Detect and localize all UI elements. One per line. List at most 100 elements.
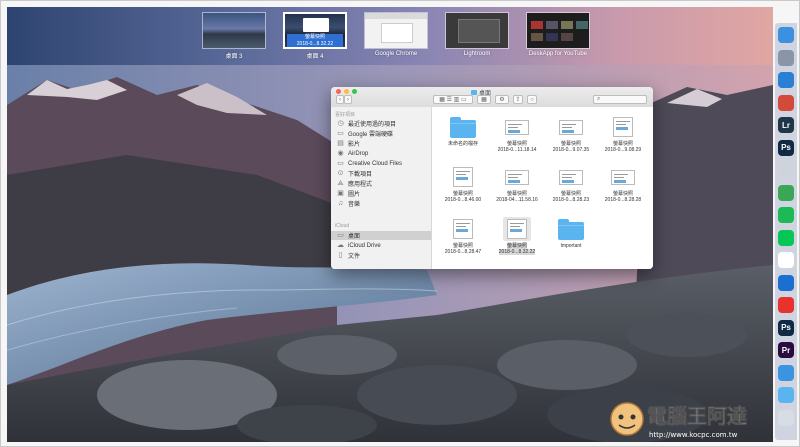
chevron-left-icon: ‹ bbox=[339, 96, 341, 103]
file-item-selected[interactable]: 螢幕快照 2018-0...8.32.22 bbox=[492, 217, 542, 255]
finder-window[interactable]: 桌面 ‹ › ▦ ☰ ▥ ▭ ▦ ⚙ ⇪ ○ ⌕ 喜好項目 ◷ 最近使用過的項目 … bbox=[331, 87, 653, 269]
sidebar-item-label: 文件 bbox=[348, 254, 361, 260]
minimize-button[interactable] bbox=[344, 89, 349, 94]
spotify-icon[interactable] bbox=[778, 207, 794, 223]
search-input[interactable]: ⌕ bbox=[593, 95, 647, 104]
sidebar-item-pictures[interactable]: ▣ 圖片 bbox=[331, 189, 431, 198]
close-button[interactable] bbox=[336, 89, 341, 94]
chrome-2-icon[interactable] bbox=[778, 184, 794, 201]
mission-control-bar: 桌面 3 螢幕快照 2018-0...8.32.22 桌面 4 Google C… bbox=[7, 7, 773, 65]
screenshot-thumbnail-icon bbox=[609, 165, 637, 189]
file-item[interactable]: 螢幕快照 2018-0...8.28.47 bbox=[438, 217, 488, 255]
share-icon: ⇪ bbox=[515, 97, 521, 103]
screenshot-thumbnail-icon bbox=[503, 115, 531, 139]
sidebar-item-google-drive[interactable]: ▭ Google 雲端硬碟 bbox=[331, 129, 431, 138]
trash-icon[interactable] bbox=[778, 409, 794, 426]
safari-icon[interactable] bbox=[778, 72, 794, 88]
file-date: 2018-0...9.07.35 bbox=[552, 147, 590, 153]
grid-icon: ▦ bbox=[481, 97, 487, 103]
sidebar-item-downloads[interactable]: ⊙ 下載項目 bbox=[331, 169, 431, 178]
forward-button[interactable]: › bbox=[344, 95, 352, 104]
screenshot-thumbnail-icon bbox=[609, 115, 637, 139]
sidebar-item-label: 桌面 bbox=[348, 234, 361, 240]
space-thumbnail bbox=[445, 12, 509, 49]
file-item[interactable]: 螢幕快照 2018-0...8.28.23 bbox=[546, 165, 596, 203]
space-desktop-4[interactable]: 螢幕快照 2018-0...8.32.22 桌面 4 bbox=[283, 12, 347, 60]
view-mode-control[interactable]: ▦ ☰ ▥ ▭ bbox=[433, 95, 473, 104]
zoom-button[interactable] bbox=[352, 89, 357, 94]
screenshot-thumbnail-icon bbox=[557, 165, 585, 189]
applications-icon: ⟁ bbox=[337, 180, 344, 187]
file-date: 2018-0...8.28.47 bbox=[444, 249, 482, 255]
network-icon[interactable] bbox=[778, 364, 794, 381]
premiere-icon[interactable]: Pr bbox=[778, 342, 794, 358]
file-item[interactable]: 螢幕快照 2018-0...9.08.29 bbox=[598, 115, 648, 153]
desktop: 桌面 3 螢幕快照 2018-0...8.32.22 桌面 4 Google C… bbox=[7, 7, 773, 442]
file-name: Important bbox=[560, 243, 582, 249]
sidebar-item-music[interactable]: ♫ 音樂 bbox=[331, 199, 431, 208]
photoshop-icon[interactable]: Ps bbox=[778, 139, 794, 156]
file-item[interactable]: 螢幕快照 2018-0...8.28.28 bbox=[598, 165, 648, 203]
watermark-logo: 電腦王阿達 http://www.kocpc.com.tw bbox=[610, 402, 747, 439]
teamviewer-icon[interactable] bbox=[778, 274, 794, 291]
sidebar-item-label: Google 雲端硬碟 bbox=[348, 132, 394, 138]
folder-icon bbox=[557, 217, 585, 241]
sidebar-item-creative-cloud[interactable]: ▭ Creative Cloud Files bbox=[331, 159, 431, 168]
file-item[interactable]: 螢幕快照 2018-0...9.07.35 bbox=[546, 115, 596, 153]
file-date: 2018-0...8.46.00 bbox=[444, 197, 482, 203]
tag-icon: ○ bbox=[530, 96, 534, 103]
sidebar-item-movies[interactable]: ▤ 影片 bbox=[331, 139, 431, 148]
finder-icon[interactable] bbox=[778, 27, 794, 43]
sidebar-item-recents[interactable]: ◷ 最近使用過的項目 bbox=[331, 119, 431, 128]
tags-button[interactable]: ○ bbox=[527, 95, 537, 104]
sidebar-item-documents[interactable]: ▯ 文件 bbox=[331, 251, 431, 260]
arrange-button[interactable]: ▦ bbox=[477, 95, 491, 104]
sidebar-item-label: 最近使用過的項目 bbox=[348, 122, 397, 128]
file-date: 2018-0...8.28.23 bbox=[552, 197, 590, 203]
document-icon: ▯ bbox=[338, 252, 343, 259]
ps-icon-2[interactable]: Ps bbox=[778, 319, 794, 336]
watermark-title: 電腦王阿達 bbox=[647, 404, 747, 428]
file-item[interactable]: 螢幕快照 2018-0...11.18.14 bbox=[492, 115, 542, 153]
launchpad-icon[interactable] bbox=[778, 49, 794, 66]
file-date: 2018-0...11.18.14 bbox=[497, 147, 537, 153]
screenshot-frame: 桌面 3 螢幕快照 2018-0...8.32.22 桌面 4 Google C… bbox=[0, 0, 800, 447]
screenshot-thumbnail-icon bbox=[503, 217, 531, 241]
file-item-folder[interactable]: Important bbox=[546, 217, 596, 249]
space-lightroom[interactable]: Lightroom bbox=[445, 12, 509, 57]
back-button[interactable]: ‹ bbox=[336, 95, 344, 104]
sidebar-item-label: 下載項目 bbox=[348, 172, 373, 178]
space-label: DeskApp for YouTube bbox=[528, 51, 588, 57]
folder-icon[interactable] bbox=[778, 387, 794, 403]
sidebar-item-airdrop[interactable]: ◉ AirDrop bbox=[331, 149, 431, 158]
action-button[interactable]: ⚙ bbox=[495, 95, 509, 104]
clock-icon: ◷ bbox=[337, 120, 344, 127]
space-desktop-3[interactable]: 桌面 3 bbox=[202, 12, 266, 60]
sidebar-item-applications[interactable]: ⟁ 應用程式 bbox=[331, 179, 431, 188]
view-options-icon: ▦ ☰ ▥ ▭ bbox=[439, 97, 467, 103]
sidebar-item-icloud-drive[interactable]: ☁ iCloud Drive bbox=[331, 241, 431, 250]
youtube-icon[interactable] bbox=[778, 297, 794, 313]
clock-app-icon[interactable] bbox=[778, 252, 794, 268]
sidebar-item-desktop[interactable]: ▭ 桌面 bbox=[331, 231, 431, 240]
file-item-folder[interactable]: 未命名的檔存 bbox=[438, 115, 488, 147]
sidebar-item-label: 影片 bbox=[348, 142, 361, 148]
space-deskapp[interactable]: DeskApp for YouTube bbox=[526, 12, 590, 57]
share-button[interactable]: ⇪ bbox=[513, 95, 523, 104]
screenshot-thumbnail-icon bbox=[449, 165, 477, 189]
sidebar-item-label: 應用程式 bbox=[348, 182, 373, 188]
file-item[interactable]: 螢幕快照 2018-0...8.46.00 bbox=[438, 165, 488, 203]
download-icon: ⊙ bbox=[337, 170, 344, 177]
sidebar-item-label: AirDrop bbox=[348, 150, 369, 157]
space-google-chrome[interactable]: Google Chrome bbox=[364, 12, 428, 57]
finder-content: 未命名的檔存 螢幕快照 2018-0...11.18.14 螢幕快照 2018-… bbox=[432, 107, 653, 269]
rocket-icon[interactable] bbox=[778, 162, 794, 178]
space-thumbnail bbox=[202, 12, 266, 49]
lightroom-icon[interactable]: Lr bbox=[778, 117, 794, 133]
mini-finder-window bbox=[303, 18, 329, 32]
chrome-icon[interactable] bbox=[778, 94, 794, 111]
sidebar-item-label: 圖片 bbox=[348, 192, 361, 198]
file-date: 2018-04...11.58.16 bbox=[496, 197, 538, 203]
line-icon[interactable] bbox=[778, 229, 794, 246]
file-item[interactable]: 螢幕快照 2018-04...11.58.16 bbox=[492, 165, 542, 203]
